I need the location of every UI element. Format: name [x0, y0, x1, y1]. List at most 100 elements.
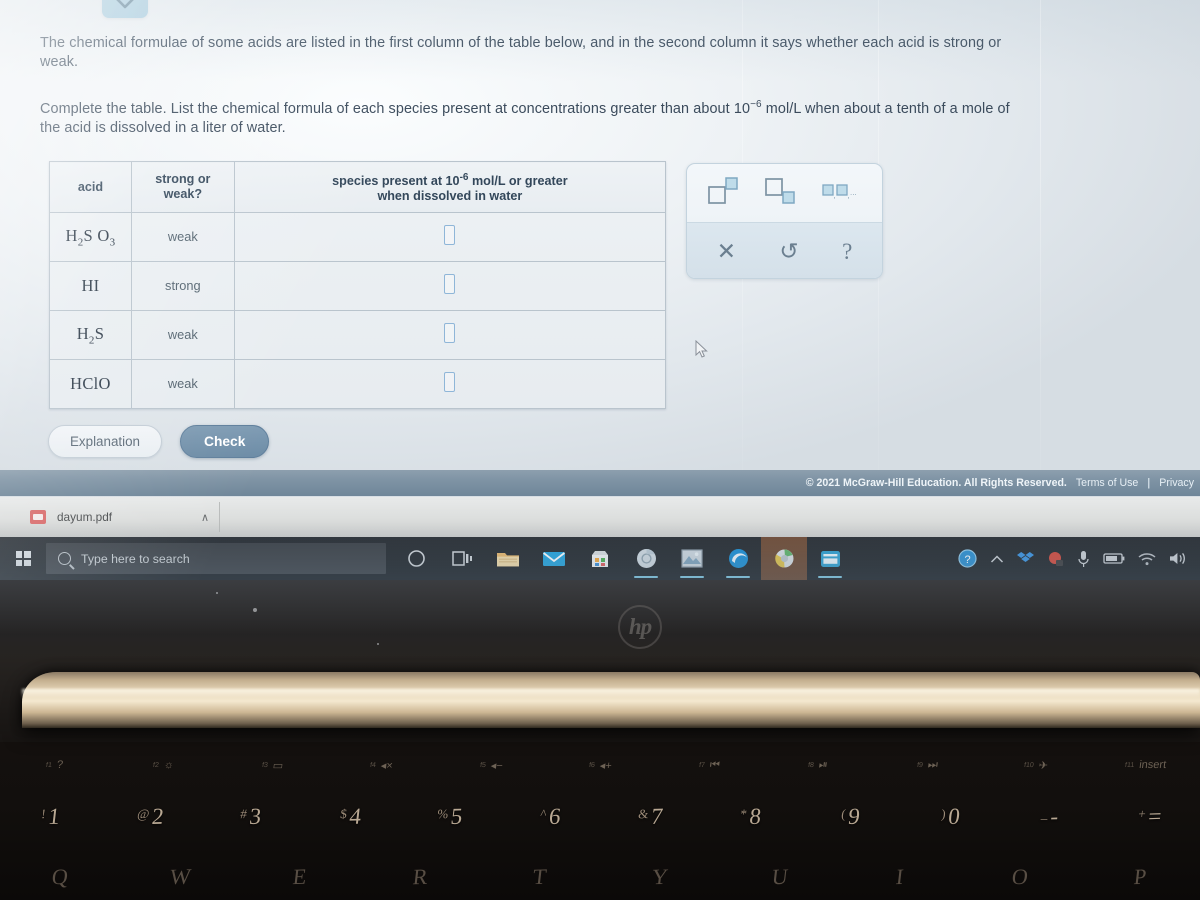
battery-icon[interactable]	[1103, 552, 1125, 565]
header-strength: strong or weak?	[130, 161, 235, 213]
keyboard-key: f1?	[45, 759, 64, 771]
download-item[interactable]: dayum.pdf ∧	[24, 502, 220, 532]
comma-list-icon: , , ...	[822, 181, 862, 206]
acid-formula: H2S O3	[65, 225, 116, 249]
keyboard-key: f7 ⏮	[698, 758, 721, 771]
download-file-name: dayum.pdf	[57, 510, 113, 524]
copyright-text: © 2021 McGraw-Hill Education. All Rights…	[805, 477, 1067, 489]
task-view-icon[interactable]	[439, 537, 485, 580]
hp-brand-logo: hp	[618, 605, 662, 649]
search-input[interactable]: Type here to search	[46, 543, 386, 574]
footer-separator: |	[1147, 477, 1151, 489]
keyboard-key: E	[291, 863, 309, 890]
photos-icon[interactable]	[669, 537, 715, 580]
table-row: HClO weak	[49, 359, 667, 409]
svg-text:?: ?	[964, 554, 970, 566]
keyboard-key: f6 ◂+	[588, 759, 613, 772]
keyboard-key: f3 ▭	[261, 759, 285, 772]
help-button[interactable]: ?	[842, 240, 852, 263]
table-row: H2S weak	[49, 310, 667, 360]
keyboard-key: $4	[339, 803, 363, 830]
undo-icon: ↺	[779, 238, 799, 264]
app-window-icon[interactable]	[807, 537, 853, 580]
edge-icon[interactable]	[715, 537, 761, 580]
keyboard-key: ! 1	[40, 803, 61, 830]
acid-formula: HI	[81, 276, 100, 295]
table-header-row: acid strong or weak? species present at …	[49, 161, 667, 213]
keyboard-key: Y	[650, 863, 670, 890]
keyboard-key: f2 ☼	[152, 759, 175, 771]
clear-button[interactable]: ✕	[717, 240, 736, 263]
check-button[interactable]: Check	[179, 425, 270, 458]
header-acid: acid	[49, 161, 132, 213]
chrome-icon[interactable]	[623, 537, 669, 580]
cell-strength: weak	[130, 212, 235, 262]
header-species-b: mol/L or greater	[468, 174, 568, 189]
explanation-button[interactable]: Explanation	[48, 425, 162, 458]
check-button-label: Check	[203, 434, 246, 449]
species-answer-input[interactable]	[444, 273, 456, 294]
undo-button[interactable]: ↺	[779, 240, 798, 263]
terms-of-use-link[interactable]: Terms of Use	[1076, 477, 1138, 489]
privacy-link[interactable]: Privacy	[1159, 477, 1194, 489]
strength-value: strong	[165, 278, 201, 293]
dropbox-icon[interactable]	[1017, 551, 1034, 567]
keyboard-key: f4 ◂×	[369, 759, 394, 772]
cell-species-answer[interactable]	[233, 310, 667, 360]
question-mark-icon: ?	[842, 238, 853, 264]
strength-value: weak	[167, 327, 198, 342]
cell-acid-formula: HClO	[49, 359, 132, 409]
header-species: species present at 10-6 mol/L or greater…	[233, 161, 667, 213]
keyboard-key: ) 0	[940, 803, 961, 830]
dust-speck	[253, 608, 257, 612]
cell-strength: strong	[130, 261, 235, 311]
search-icon	[58, 552, 71, 565]
subscript-icon	[764, 177, 798, 210]
help-circle-icon[interactable]: ?	[958, 549, 977, 568]
keyboard-key: I	[894, 863, 906, 890]
problem-statement: The chemical formulae of some acids are …	[40, 34, 1196, 138]
keyboard-key: P	[1132, 863, 1148, 890]
keyboard-key: + =	[1137, 803, 1164, 830]
file-explorer-icon[interactable]	[485, 537, 531, 580]
species-answer-input[interactable]	[444, 371, 456, 392]
cell-species-answer[interactable]	[233, 359, 667, 409]
letter-key-row: QWERTYUIOP	[0, 854, 1200, 900]
keyboard-key: f8 ⏯	[807, 758, 829, 771]
species-answer-input[interactable]	[444, 224, 456, 245]
close-icon: ✕	[716, 238, 736, 264]
cortana-circle-icon[interactable]	[393, 537, 439, 580]
cell-species-answer[interactable]	[233, 261, 667, 311]
subscript-button[interactable]	[764, 177, 798, 210]
chevron-up-icon[interactable]	[990, 554, 1004, 564]
windows-logo-icon	[15, 551, 31, 566]
chevron-up-icon[interactable]: ∧	[201, 511, 209, 524]
collapse-chevron-button[interactable]	[102, 0, 148, 18]
prompt-line-5: the acid is dissolved in a liter of wate…	[40, 119, 286, 136]
comma-list-button[interactable]: , , ...	[822, 181, 862, 206]
header-strength-line2: weak?	[163, 187, 203, 201]
mail-icon[interactable]	[531, 537, 577, 580]
cell-acid-formula: H2S O3	[49, 212, 132, 262]
red-app-icon[interactable]	[1047, 551, 1064, 567]
wifi-icon[interactable]	[1138, 552, 1156, 566]
microphone-icon[interactable]	[1077, 550, 1090, 568]
acid-species-table: acid strong or weak? species present at …	[49, 161, 667, 409]
microsoft-store-icon[interactable]	[577, 537, 623, 580]
volume-icon[interactable]	[1169, 551, 1188, 566]
svg-text:...: ...	[850, 188, 857, 197]
table-row: H2S O3 weak	[49, 212, 667, 262]
action-button-row: Explanation Check	[48, 425, 270, 458]
laptop-hinge-bar	[22, 672, 1200, 728]
cell-species-answer[interactable]	[233, 212, 667, 262]
superscript-button[interactable]	[707, 176, 741, 210]
taskbar-pinned-icons	[393, 537, 853, 580]
start-button[interactable]	[0, 537, 46, 580]
keyboard-key: #3	[239, 803, 263, 830]
species-answer-input[interactable]	[444, 322, 456, 343]
cell-strength: weak	[130, 359, 235, 409]
pdf-file-icon	[30, 510, 46, 524]
keyboard-key: _ -	[1040, 803, 1061, 829]
keyboard-key: O	[1010, 863, 1030, 890]
browser-active-icon[interactable]	[761, 537, 807, 580]
